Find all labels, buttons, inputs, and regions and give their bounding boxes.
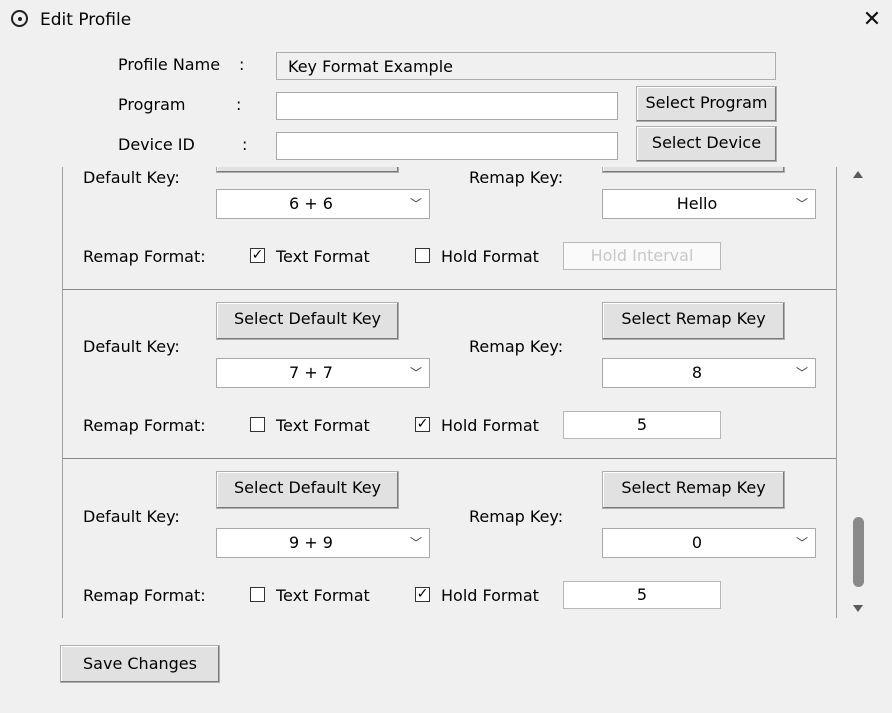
text-format-checkbox[interactable]: ✓ [250,248,265,263]
chevron-down-icon: ﹀ [409,197,422,211]
chevron-down-icon: ﹀ [409,536,422,550]
text-format-label: Text Format [276,247,370,266]
select-remap-key-button[interactable]: Select Remap Key [602,471,785,509]
save-changes-button[interactable]: Save Changes [60,645,220,683]
remap-key-combo[interactable]: Hello ﹀ [602,189,816,219]
hold-format-label: Hold Format [441,247,539,266]
remap-key-value: 0 [691,533,703,552]
select-default-key-button[interactable]: Select Default Key [216,302,399,340]
default-key-combo[interactable]: 6 + 6 ﹀ [216,189,430,219]
default-key-value: 6 + 6 [289,194,333,213]
default-key-combo[interactable]: 9 + 9 ﹀ [216,528,430,558]
hold-format-checkbox[interactable]: ✓ [415,417,430,432]
text-format-checkbox[interactable] [250,417,265,432]
remap-format-label: Remap Format: [83,586,206,605]
chevron-down-icon: ﹀ [409,366,422,380]
default-key-label: Default Key: [83,168,180,187]
device-id-field[interactable] [276,132,618,160]
chevron-down-icon: ﹀ [795,197,808,211]
hold-format-checkbox[interactable]: ✓ [415,587,430,602]
remap-key-label: Remap Key: [469,168,564,187]
remap-key-combo[interactable]: 8 ﹀ [602,358,816,388]
remap-key-label: Remap Key: [469,337,564,356]
remap-key-value: Hello [676,194,718,213]
close-button[interactable]: ✕ [856,6,888,36]
remap-format-label: Remap Format: [83,416,206,435]
hold-format-checkbox[interactable] [415,248,430,263]
mappings-panel[interactable]: Default Key: Remap Key: 6 + 6 ﹀ Hello ﹀ … [62,167,837,618]
select-remap-key-button[interactable]: Select Remap Key [602,302,785,340]
chevron-down-icon: ﹀ [795,366,808,380]
select-default-key-button[interactable]: Select Default Key [216,471,399,509]
hold-interval-field[interactable]: 5 [563,581,721,609]
select-device-button[interactable]: Select Device [636,126,777,162]
remap-key-value: 8 [691,363,703,382]
scrollbar-thumb[interactable] [853,517,864,587]
row-divider [63,289,836,290]
device-id-label: Device ID [118,135,195,154]
triangle-down-icon[interactable] [853,605,863,612]
program-field[interactable] [276,92,618,120]
default-key-label: Default Key: [83,337,180,356]
vertical-scrollbar[interactable] [847,167,871,618]
program-colon: : [236,95,242,114]
default-key-label: Default Key: [83,507,180,526]
chevron-down-icon: ﹀ [795,536,808,550]
remap-key-label: Remap Key: [469,507,564,526]
program-label: Program [118,95,186,114]
select-remap-key-button[interactable] [602,167,785,173]
hold-format-label: Hold Format [441,586,539,605]
row-divider [63,458,836,459]
hold-interval-field[interactable]: Hold Interval [563,242,721,270]
select-program-button[interactable]: Select Program [636,86,777,122]
title-bar: Edit Profile ✕ [0,0,892,42]
remap-key-combo[interactable]: 0 ﹀ [602,528,816,558]
profile-name-label: Profile Name [118,55,221,74]
profile-name-field[interactable]: Key Format Example [276,52,776,80]
remap-format-label: Remap Format: [83,247,206,266]
default-key-value: 9 + 9 [289,533,333,552]
hold-interval-field[interactable]: 5 [563,411,721,439]
triangle-up-icon[interactable] [853,171,863,178]
app-icon [11,10,28,27]
device-id-colon: : [242,135,248,154]
profile-name-colon: : [239,55,245,74]
window-title: Edit Profile [40,10,132,30]
default-key-combo[interactable]: 7 + 7 ﹀ [216,358,430,388]
text-format-label: Text Format [276,586,370,605]
default-key-value: 7 + 7 [289,363,333,382]
hold-format-label: Hold Format [441,416,539,435]
text-format-label: Text Format [276,416,370,435]
text-format-checkbox[interactable] [250,587,265,602]
select-default-key-button[interactable] [216,167,399,173]
